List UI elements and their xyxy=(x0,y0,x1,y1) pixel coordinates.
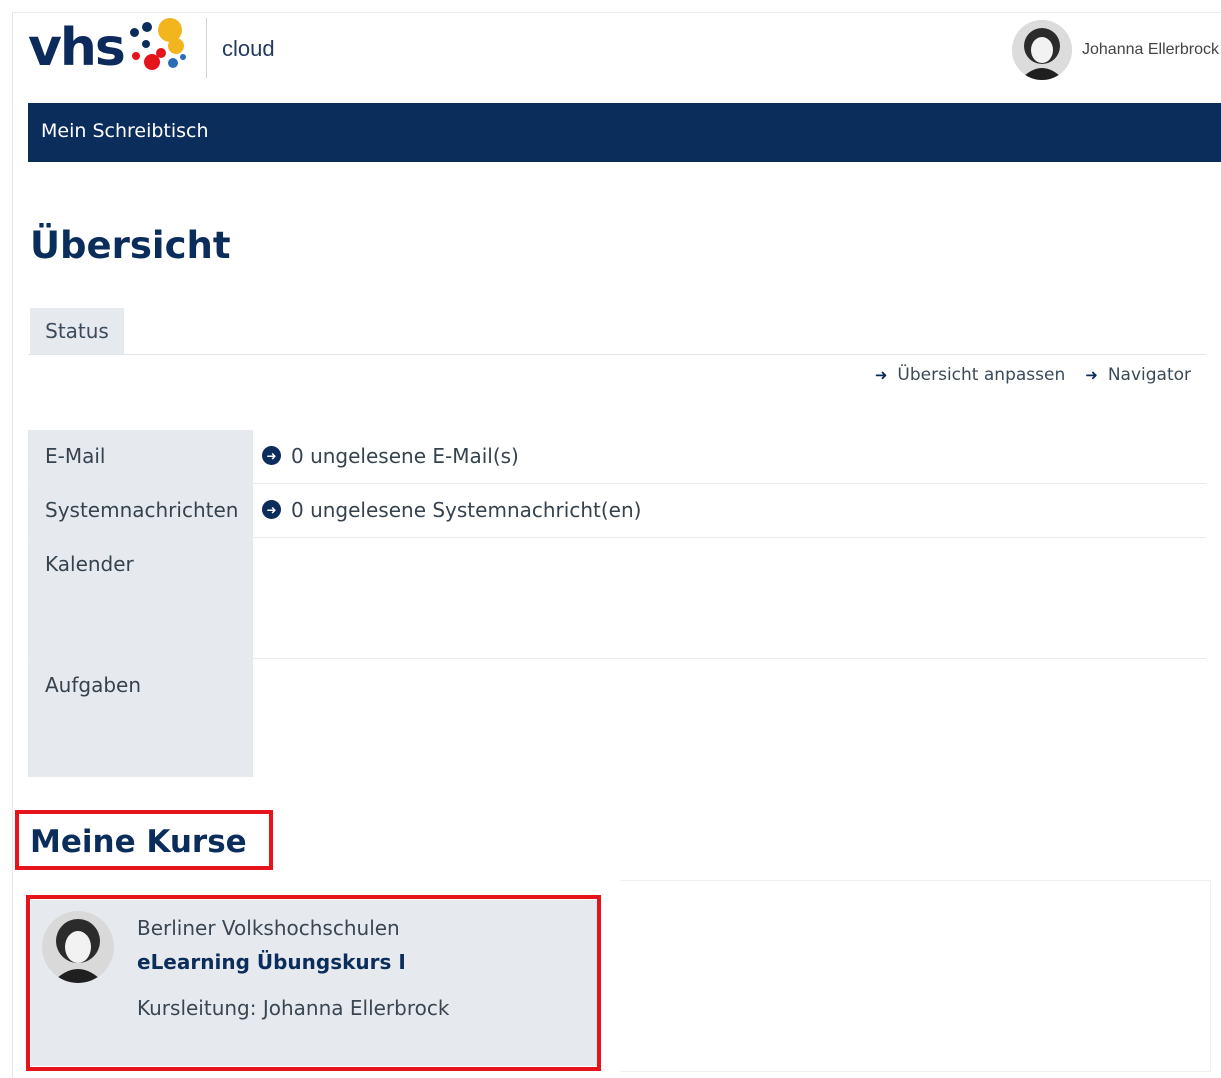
tab-status[interactable]: Status xyxy=(30,308,124,354)
highlight-box xyxy=(26,895,601,1071)
logo-divider xyxy=(206,18,207,78)
navigator-link[interactable]: ➜ Navigator xyxy=(1085,365,1191,385)
customize-overview-link[interactable]: ➜ Übersicht anpassen xyxy=(875,365,1065,385)
status-row-tasks: Aufgaben xyxy=(28,659,1206,777)
arrow-circle-right-icon: ➜ xyxy=(262,446,281,465)
status-row-system: Systemnachrichten ➜ 0 ungelesene Systemn… xyxy=(28,484,1206,538)
status-table: E-Mail ➜ 0 ungelesene E-Mail(s) Systemna… xyxy=(28,430,1206,777)
logo-dots-icon xyxy=(128,18,188,78)
main-nav: Mein Schreibtisch xyxy=(28,103,1221,162)
tab-divider xyxy=(28,354,1206,355)
status-value-system: ➜ 0 ungelesene Systemnachricht(en) xyxy=(253,484,1206,537)
course-list-area xyxy=(620,880,1211,1072)
user-avatar[interactable] xyxy=(1012,20,1072,80)
unread-system-link[interactable]: 0 ungelesene Systemnachricht(en) xyxy=(291,498,641,522)
status-label-calendar: Kalender xyxy=(28,538,253,658)
page-title: Übersicht xyxy=(30,224,231,267)
highlight-box xyxy=(15,810,273,870)
logo-text: vhs xyxy=(28,18,126,78)
navigator-label: Navigator xyxy=(1107,365,1191,385)
arrow-right-icon: ➜ xyxy=(874,366,888,384)
status-label-tasks: Aufgaben xyxy=(28,659,253,777)
vhs-logo[interactable]: vhs xyxy=(28,18,188,78)
status-label-system: Systemnachrichten xyxy=(28,484,253,537)
status-label-email: E-Mail xyxy=(28,430,253,483)
unread-email-link[interactable]: 0 ungelesene E-Mail(s) xyxy=(291,444,519,468)
status-value-calendar xyxy=(253,538,1206,658)
overview-actions: ➜ Übersicht anpassen ➜ Navigator xyxy=(875,365,1191,385)
status-row-calendar: Kalender xyxy=(28,538,1206,659)
customize-overview-label: Übersicht anpassen xyxy=(897,365,1066,385)
user-menu[interactable]: Johanna Ellerbrock xyxy=(1012,20,1219,80)
nav-item-schreibtisch[interactable]: Mein Schreibtisch xyxy=(41,120,209,142)
arrow-right-icon: ➜ xyxy=(1085,366,1098,384)
app-name: cloud xyxy=(222,36,275,61)
arrow-circle-right-icon: ➜ xyxy=(262,500,281,519)
status-value-email: ➜ 0 ungelesene E-Mail(s) xyxy=(253,430,1206,483)
status-value-tasks xyxy=(253,659,1206,777)
user-name: Johanna Ellerbrock xyxy=(1082,41,1219,58)
status-row-email: E-Mail ➜ 0 ungelesene E-Mail(s) xyxy=(28,430,1206,484)
